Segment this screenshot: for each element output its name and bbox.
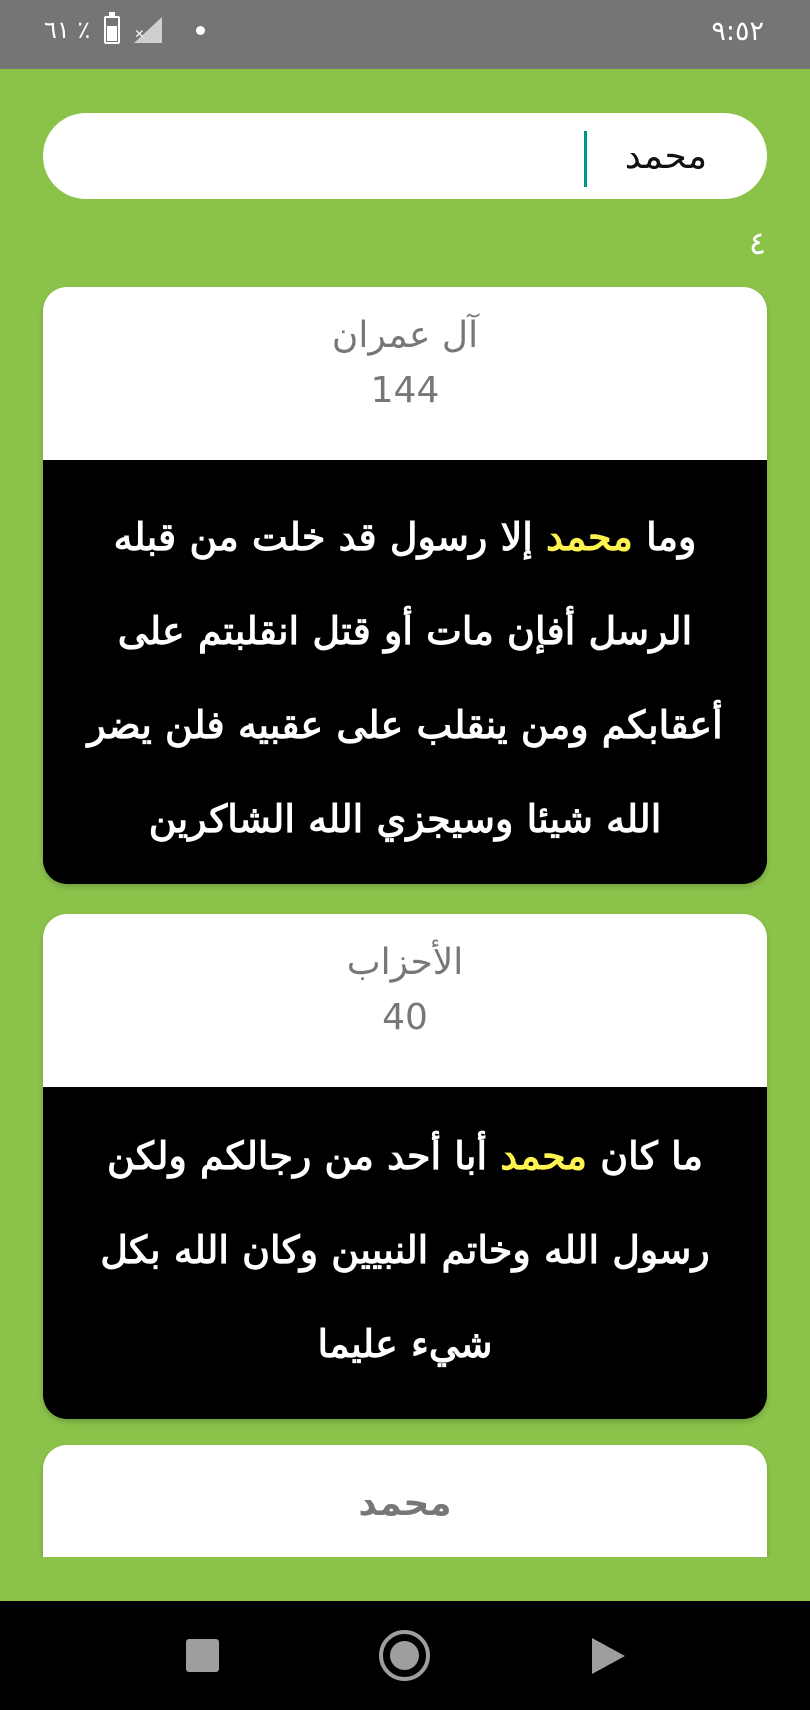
notification-dot-icon [196,25,206,35]
search-input[interactable] [107,113,707,199]
surah-name: آل عمران [331,315,479,356]
result-card[interactable]: الأحزاب 40 ما كان محمد أبا أحد من رجالكم… [43,914,767,1419]
search-box[interactable] [43,113,767,199]
status-time: ٩:٥٢ [711,16,764,47]
card-header: آل عمران 144 [43,287,767,460]
result-card[interactable]: محمد [43,1445,767,1557]
verse-text: ما كان محمد أبا أحد من رجالكم ولكن رسول … [43,1087,767,1419]
navigation-bar [0,1601,810,1710]
home-circle-icon[interactable] [379,1630,430,1681]
verse-text-before: وما [632,514,697,559]
battery-icon [104,12,121,44]
highlighted-match: محمد [500,1133,588,1178]
text-cursor [584,131,587,187]
card-header: الأحزاب 40 [43,914,767,1087]
ayah-number: 144 [370,370,440,411]
result-card[interactable]: آل عمران 144 وما محمد إلا رسول قد خلت من… [43,287,767,884]
status-indicators: ٦١ ٪ ✕ [44,12,206,44]
results-count: ٤ [748,224,766,262]
verse-text-before: ما كان [587,1133,704,1178]
main-content[interactable]: ٤ آل عمران 144 وما محمد إلا رسول قد خلت … [0,69,810,1557]
back-triangle-icon[interactable] [592,1638,625,1674]
surah-name: محمد [358,1483,452,1524]
verse-text-after: إلا رسول قد خلت من قبله الرسل أفإن مات أ… [87,514,723,841]
verse-text: وما محمد إلا رسول قد خلت من قبله الرسل أ… [43,460,767,884]
ayah-number: 40 [382,997,428,1038]
surah-name: الأحزاب [346,942,464,983]
battery-percentage: ٦١ ٪ [44,16,91,44]
signal-icon: ✕ [134,17,163,43]
highlighted-match: محمد [546,514,633,559]
recents-square-icon[interactable] [186,1639,219,1672]
card-header: محمد [43,1445,767,1557]
status-bar: ٦١ ٪ ✕ ٩:٥٢ [0,0,810,69]
